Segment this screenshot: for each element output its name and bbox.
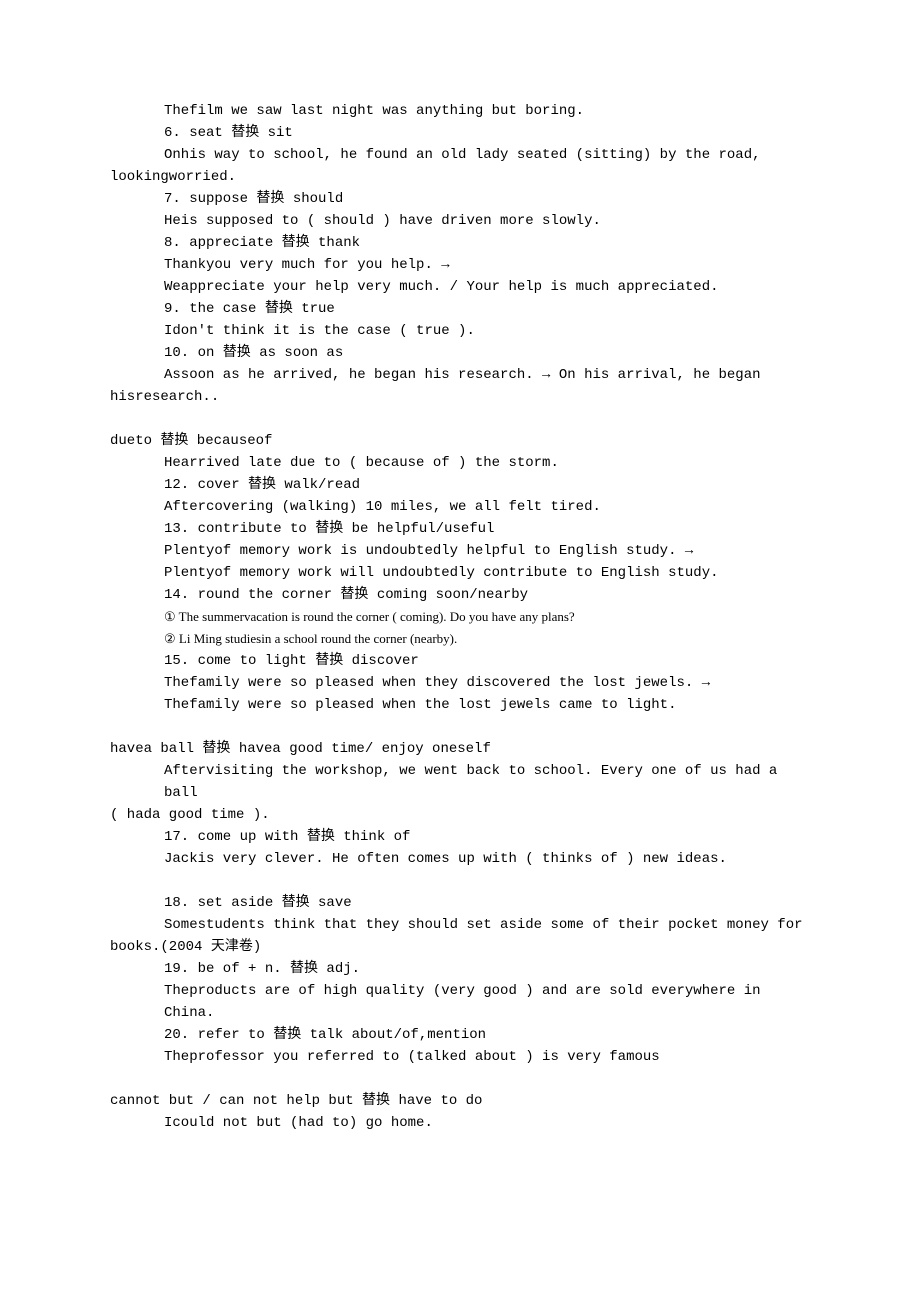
text-line	[110, 1068, 810, 1090]
text-line: Theproducts are of high quality (very go…	[110, 980, 810, 1024]
text-line: Plentyof memory work will undoubtedly co…	[110, 562, 810, 584]
text-line: Thefilm we saw last night was anything b…	[110, 100, 810, 122]
text-line	[110, 870, 810, 892]
text-line: Onhis way to school, he found an old lad…	[110, 144, 810, 166]
text-line: Weappreciate your help very much. / Your…	[110, 276, 810, 298]
text-line: ( hada good time ).	[110, 804, 810, 826]
text-line: ① The summervacation is round the corner…	[110, 606, 810, 628]
text-line: Aftervisiting the workshop, we went back…	[110, 760, 810, 804]
text-line: havea ball 替换 havea good time/ enjoy one…	[110, 738, 810, 760]
text-line: 20. refer to 替换 talk about/of,mention	[110, 1024, 810, 1046]
text-line: cannot but / can not help but 替换 have to…	[110, 1090, 810, 1112]
text-line: Heis supposed to ( should ) have driven …	[110, 210, 810, 232]
text-line: Plentyof memory work is undoubtedly help…	[110, 540, 810, 562]
text-line: Icould not but (had to) go home.	[110, 1112, 810, 1134]
document-page: Thefilm we saw last night was anything b…	[0, 0, 920, 1234]
text-line: Hearrived late due to ( because of ) the…	[110, 452, 810, 474]
text-line: 7. suppose 替换 should	[110, 188, 810, 210]
text-line: 10. on 替换 as soon as	[110, 342, 810, 364]
text-line: books.(2004 天津卷)	[110, 936, 810, 958]
text-line: Assoon as he arrived, he began his resea…	[110, 364, 810, 386]
text-line: hisresearch..	[110, 386, 810, 408]
text-line	[110, 716, 810, 738]
text-line: dueto 替换 becauseof	[110, 430, 810, 452]
text-line: 12. cover 替换 walk/read	[110, 474, 810, 496]
text-line: Somestudents think that they should set …	[110, 914, 810, 936]
text-line: 15. come to light 替换 discover	[110, 650, 810, 672]
text-line: 6. seat 替换 sit	[110, 122, 810, 144]
text-line: 8. appreciate 替换 thank	[110, 232, 810, 254]
text-line: Theprofessor you referred to (talked abo…	[110, 1046, 810, 1068]
text-line: Aftercovering (walking) 10 miles, we all…	[110, 496, 810, 518]
text-line	[110, 408, 810, 430]
text-line: 9. the case 替换 true	[110, 298, 810, 320]
text-line: lookingworried.	[110, 166, 810, 188]
text-line: ② Li Ming studiesin a school round the c…	[110, 628, 810, 650]
text-line: 19. be of + n. 替换 adj.	[110, 958, 810, 980]
text-line: 17. come up with 替换 think of	[110, 826, 810, 848]
text-line: Idon't think it is the case ( true ).	[110, 320, 810, 342]
text-line: 14. round the corner 替换 coming soon/near…	[110, 584, 810, 606]
text-line: 18. set aside 替换 save	[110, 892, 810, 914]
text-line: Thefamily were so pleased when the lost …	[110, 694, 810, 716]
text-line: Thankyou very much for you help. →	[110, 254, 810, 276]
text-line: 13. contribute to 替换 be helpful/useful	[110, 518, 810, 540]
text-line: Jackis very clever. He often comes up wi…	[110, 848, 810, 870]
text-line: Thefamily were so pleased when they disc…	[110, 672, 810, 694]
